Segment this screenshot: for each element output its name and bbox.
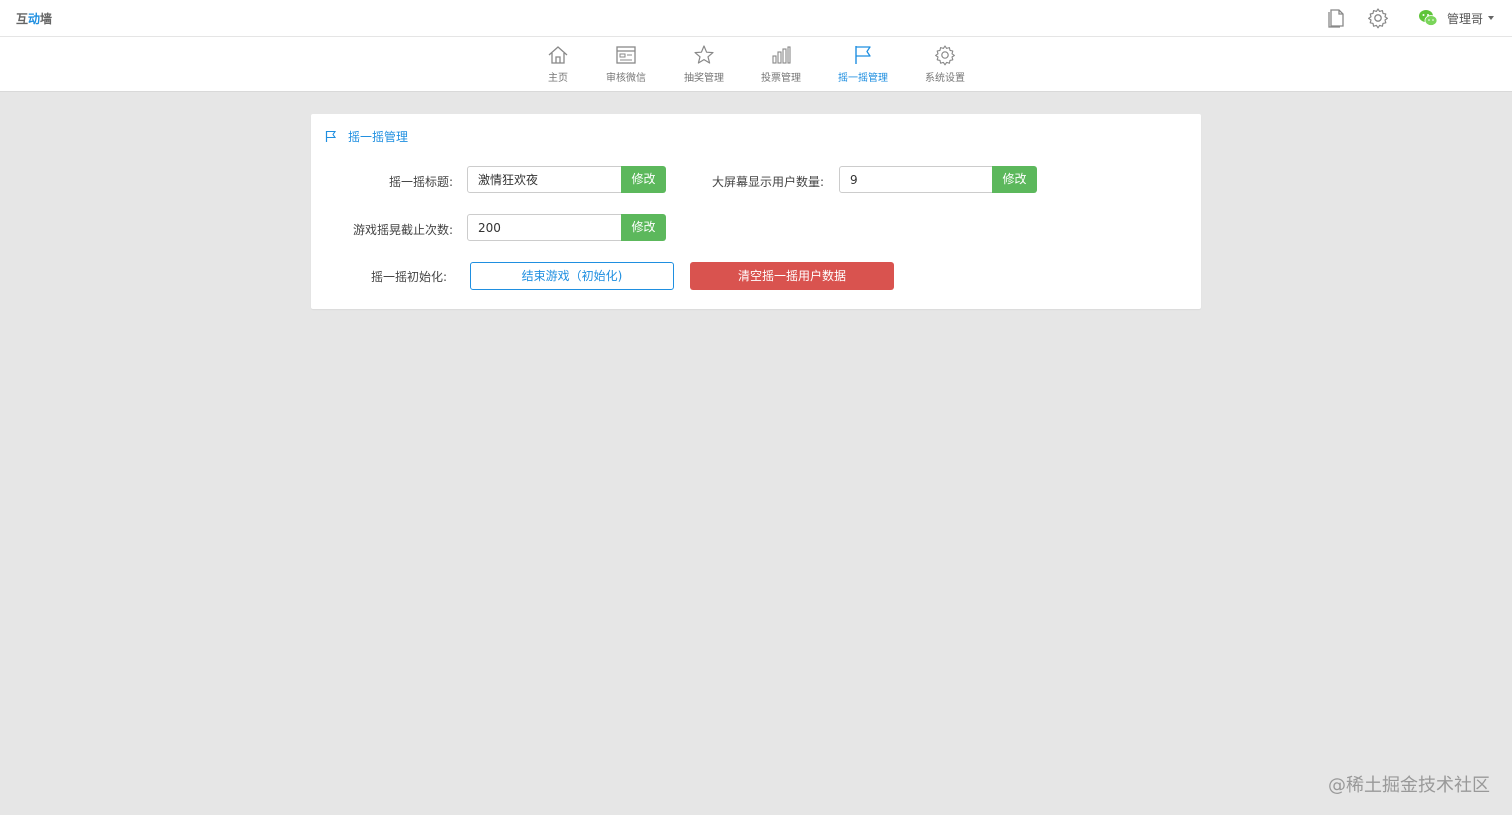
logo-prefix: 互: [16, 12, 29, 26]
review-icon: [616, 46, 636, 64]
panel-title: 摇一摇管理: [348, 130, 409, 144]
gear-icon: [935, 45, 955, 66]
user-menu[interactable]: 管理哥: [1418, 7, 1495, 29]
nav-label: 主页: [548, 73, 568, 84]
nav-label: 系统设置: [925, 73, 965, 84]
init-label: 摇一摇初始化:: [370, 270, 447, 284]
modify-screen-users-button[interactable]: 修改: [992, 166, 1037, 193]
chevron-down-icon: [1488, 16, 1495, 20]
nav-item-settings[interactable]: 系统设置: [910, 44, 980, 88]
shake-settings-panel: 摇一摇管理 摇一摇标题: 修改 大屏幕显示用户数量: 修改 游戏摇晃截止次数: …: [311, 114, 1201, 309]
settings-gear-icon[interactable]: [1367, 7, 1389, 29]
nav-item-home[interactable]: 主页: [523, 44, 593, 88]
modify-stop-count-button[interactable]: 修改: [621, 214, 666, 241]
clear-shake-data-button[interactable]: 清空摇一摇用户数据: [690, 262, 894, 290]
end-game-button[interactable]: 结束游戏（初始化): [470, 262, 674, 290]
bar-chart-icon: [772, 46, 791, 64]
nav-item-review[interactable]: 审核微信: [591, 44, 661, 88]
wechat-icon: [1418, 8, 1438, 28]
star-icon: [694, 45, 714, 64]
flag-icon: [325, 130, 337, 142]
shake-title-input[interactable]: [467, 166, 622, 193]
stop-count-label: 游戏摇晃截止次数:: [352, 223, 453, 237]
nav-label: 抽奖管理: [684, 73, 724, 84]
nav-label: 投票管理: [761, 73, 801, 84]
watermark: @稀土掘金技术社区: [1328, 775, 1490, 796]
user-name: 管理哥: [1447, 11, 1484, 26]
logo-suffix: 墙: [40, 12, 53, 26]
panel-header: 摇一摇管理: [325, 128, 408, 145]
document-icon[interactable]: [1325, 7, 1347, 29]
app-logo[interactable]: 互动墙: [16, 10, 52, 27]
stop-count-input[interactable]: [467, 214, 622, 241]
home-icon: [548, 46, 568, 64]
flag-icon: [855, 46, 871, 64]
screen-users-input[interactable]: [839, 166, 993, 193]
main-nav: 主页 审核微信 抽奖管理 投票管理 摇一摇管理 系统设置: [0, 37, 1512, 92]
top-bar: 互动墙 管理哥: [0, 0, 1512, 37]
nav-item-lottery[interactable]: 抽奖管理: [669, 44, 739, 88]
nav-label: 审核微信: [606, 73, 646, 84]
nav-label: 摇一摇管理: [838, 73, 888, 84]
modify-title-button[interactable]: 修改: [621, 166, 666, 193]
nav-item-vote[interactable]: 投票管理: [746, 44, 816, 88]
logo-accent: 动: [28, 12, 41, 26]
nav-item-shake[interactable]: 摇一摇管理: [828, 44, 898, 88]
shake-title-label: 摇一摇标题:: [388, 175, 453, 189]
screen-users-label: 大屏幕显示用户数量:: [711, 175, 824, 189]
